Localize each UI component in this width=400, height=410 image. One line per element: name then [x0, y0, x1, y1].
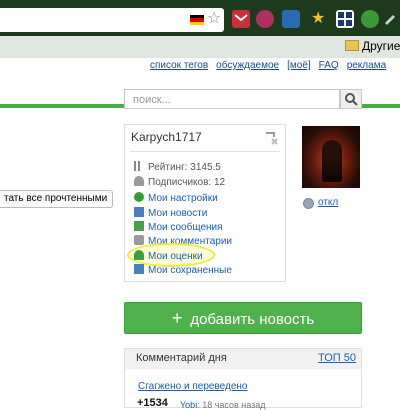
- add-news-button[interactable]: + добавить новость: [124, 302, 362, 334]
- bookmarks-bar: [0, 36, 400, 58]
- extension-eye-icon[interactable]: [256, 10, 274, 28]
- folder-icon: [345, 40, 359, 51]
- extension-circle-icon[interactable]: [361, 10, 379, 28]
- nav-link-ads[interactable]: реклама: [347, 60, 386, 71]
- menu-my-messages[interactable]: Мои сообщения: [134, 221, 223, 234]
- user-subscribers: Подписчиков: 12: [134, 176, 225, 189]
- user-rating: Рейтинг: 3145.5: [134, 161, 221, 174]
- comment-score: +1534: [137, 397, 168, 409]
- mark-all-read-button[interactable]: тать все прочтенными: [0, 190, 114, 208]
- bookmark-folder-other[interactable]: Другие: [345, 38, 400, 54]
- menu-my-news[interactable]: Мои новости: [134, 207, 207, 220]
- rating-icon: [134, 250, 144, 260]
- menu-my-saved[interactable]: Мои сохраненные: [134, 264, 232, 277]
- mail-icon: [134, 221, 144, 231]
- comment-meta: Yobi: 18 часов назад: [180, 400, 266, 410]
- comment-icon: [134, 235, 144, 245]
- nav-link-discussed[interactable]: обсуждаемое: [216, 60, 279, 71]
- menu-my-settings[interactable]: Мои настройки: [134, 192, 218, 205]
- windows-grid-icon[interactable]: [336, 10, 354, 28]
- news-icon: [134, 207, 144, 217]
- gmail-extension-icon[interactable]: [232, 10, 250, 28]
- logout-icon[interactable]: [263, 130, 279, 151]
- nav-link-mine[interactable]: [моё]: [287, 60, 311, 71]
- nav-link-faq[interactable]: FAQ: [319, 60, 339, 71]
- rating-bars-icon: [134, 161, 144, 171]
- comment-post-link[interactable]: Сгагжено и переведено: [138, 381, 247, 392]
- nav-link-tags[interactable]: список тегов: [150, 60, 208, 71]
- extension-owl-icon[interactable]: [282, 10, 300, 28]
- wrench-menu-icon[interactable]: [384, 10, 398, 28]
- username[interactable]: Karpych1717: [131, 130, 202, 144]
- search-button[interactable]: [340, 89, 362, 109]
- bookmark-star-icon[interactable]: ☆: [207, 9, 221, 29]
- plus-icon: +: [171, 308, 183, 328]
- top-nav-links: список тегов обсуждаемое [моё] FAQ реклама: [150, 60, 394, 71]
- menu-my-ratings[interactable]: Мои оценки: [134, 250, 203, 263]
- panel-separator: [130, 151, 280, 152]
- save-icon: [134, 264, 144, 274]
- search-icon: [345, 93, 358, 106]
- language-flag-icon[interactable]: [190, 15, 204, 25]
- avatar-disable-link[interactable]: откл: [318, 197, 338, 208]
- person-icon: [134, 176, 144, 186]
- top50-link[interactable]: ТОП 50: [318, 352, 356, 364]
- disable-icon: [303, 198, 314, 209]
- gear-icon: [134, 192, 144, 202]
- search-input[interactable]: поиск...: [124, 89, 340, 109]
- comment-author-link[interactable]: Yobi: [180, 400, 197, 410]
- favorites-star-icon[interactable]: ★: [311, 10, 325, 28]
- comment-of-day-title: Комментарий дня: [136, 352, 227, 364]
- avatar-figure: [322, 140, 342, 182]
